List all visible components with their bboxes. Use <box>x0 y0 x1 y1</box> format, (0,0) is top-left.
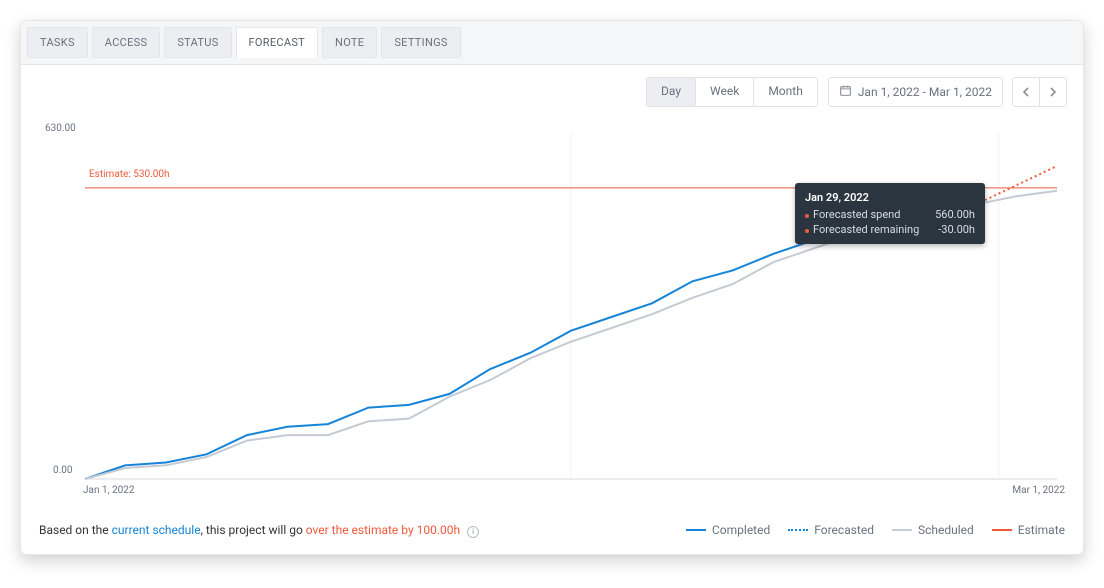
granularity-day[interactable]: Day <box>647 78 696 106</box>
tab-settings[interactable]: SETTINGS <box>381 27 460 58</box>
tab-tasks[interactable]: TASKS <box>27 27 88 58</box>
date-range-picker[interactable]: Jan 1, 2022 - Mar 1, 2022 <box>828 77 1003 107</box>
y-axis-min: 0.00 <box>53 465 73 476</box>
tooltip-row-1-label: Forecasted remaining <box>813 223 919 236</box>
forecast-card: TASKS ACCESS STATUS FORECAST NOTE SETTIN… <box>20 20 1084 555</box>
granularity-toggle: Day Week Month <box>646 77 818 107</box>
tab-forecast[interactable]: FORECAST <box>236 27 319 58</box>
x-axis-end: Mar 1, 2022 <box>1012 485 1065 496</box>
summary-text: Based on the current schedule, this proj… <box>39 523 479 538</box>
range-next-button[interactable] <box>1039 77 1067 107</box>
chart-toolbar: Day Week Month Jan 1, 2022 - Mar 1, 2022 <box>21 65 1083 107</box>
legend-completed: Completed <box>686 523 770 537</box>
date-range-text: Jan 1, 2022 - Mar 1, 2022 <box>858 85 992 99</box>
tooltip-row-1-value: -30.00h <box>938 223 975 236</box>
over-estimate-text: over the estimate by 100.00h <box>306 523 460 537</box>
tab-access[interactable]: ACCESS <box>92 27 161 58</box>
y-axis-max: 630.00 <box>45 123 76 134</box>
legend: Completed Forecasted Scheduled Estimate <box>686 523 1065 537</box>
legend-scheduled: Scheduled <box>892 523 974 537</box>
tab-bar: TASKS ACCESS STATUS FORECAST NOTE SETTIN… <box>21 21 1083 65</box>
chart-canvas <box>37 123 1069 499</box>
tooltip-date: Jan 29, 2022 <box>805 191 975 204</box>
range-prev-button[interactable] <box>1012 77 1040 107</box>
tooltip-row-0-value: 560.00h <box>935 208 975 221</box>
legend-forecasted: Forecasted <box>788 523 874 537</box>
granularity-month[interactable]: Month <box>754 78 816 106</box>
calendar-icon <box>839 84 852 100</box>
tab-note[interactable]: NOTE <box>322 27 377 58</box>
tooltip-row-0-label: Forecasted spend <box>813 208 900 221</box>
chart-tooltip: Jan 29, 2022 Forecasted spend 560.00h Fo… <box>795 183 985 244</box>
chart-footer: Based on the current schedule, this proj… <box>21 511 1083 554</box>
forecast-chart[interactable]: 630.00 0.00 Jan 1, 2022 Mar 1, 2022 Esti… <box>21 107 1083 511</box>
current-schedule-link[interactable]: current schedule <box>112 523 201 537</box>
x-axis-start: Jan 1, 2022 <box>83 485 135 496</box>
estimate-line-label: Estimate: 530.00h <box>89 169 169 180</box>
legend-estimate: Estimate <box>992 523 1065 537</box>
granularity-week[interactable]: Week <box>696 78 754 106</box>
info-icon[interactable]: i <box>467 526 479 538</box>
tab-status[interactable]: STATUS <box>164 27 231 58</box>
range-nav <box>1013 77 1067 107</box>
